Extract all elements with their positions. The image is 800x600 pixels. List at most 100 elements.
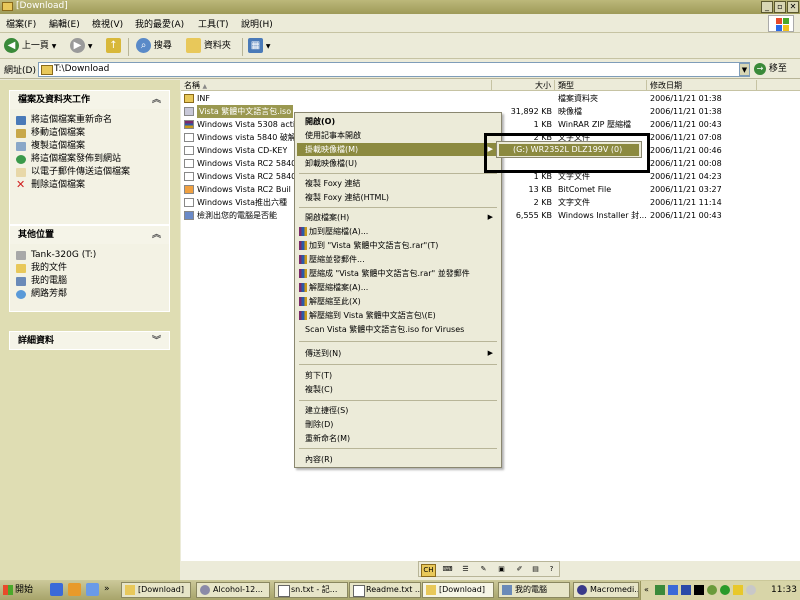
collapse-icon[interactable]: ︽: [152, 91, 161, 110]
menu-delete[interactable]: 刪除(D): [297, 418, 499, 431]
menu-tools[interactable]: 工具(T): [198, 17, 229, 30]
menu-properties[interactable]: 內容(R): [297, 453, 499, 466]
menu-help[interactable]: 說明(H): [241, 17, 273, 30]
pen-icon[interactable]: ✐: [513, 564, 526, 575]
tray-icon[interactable]: [707, 585, 717, 595]
task-copy[interactable]: 複製這個檔案: [10, 140, 169, 153]
media-icon[interactable]: [86, 583, 99, 596]
taskbar-button[interactable]: Alcohol-12...: [196, 582, 270, 598]
menu-cut[interactable]: 剪下(T): [297, 369, 499, 382]
taskbar-button[interactable]: Readme.txt ...: [349, 582, 421, 598]
taskbar-button[interactable]: [Download]: [121, 582, 191, 598]
forward-button[interactable]: ▶ ▼: [70, 38, 93, 55]
column-size[interactable]: 大小: [492, 80, 555, 91]
maximize-button[interactable]: ▫: [774, 1, 786, 13]
menu-rename[interactable]: 重新命名(M): [297, 432, 499, 445]
back-button[interactable]: ◀ 上一頁 ▼: [4, 38, 56, 55]
taskbar-button-active[interactable]: [Download]: [422, 582, 494, 598]
taskbar-button[interactable]: 我的電腦: [498, 582, 570, 598]
tray-icon[interactable]: [668, 585, 678, 595]
task-publish[interactable]: 將這個檔案發佈到網站: [10, 153, 169, 166]
address-dropdown-button[interactable]: ▼: [739, 63, 750, 76]
menu-icon[interactable]: ▤: [529, 564, 542, 575]
pad-icon[interactable]: ▣: [495, 564, 508, 575]
menu-copy-foxy-link[interactable]: 複製 Foxy 連結: [297, 177, 499, 190]
minimize-button[interactable]: _: [761, 1, 773, 13]
other-places-header[interactable]: 其他位置 ︽: [9, 225, 170, 244]
menu-extract-files[interactable]: 解壓縮檔案(A)...: [297, 281, 499, 294]
tray-icon[interactable]: [655, 585, 665, 595]
toolbar: ◀ 上一頁 ▼ ▶ ▼ ↑ ⌕ 搜尋 資料夾 ▦ ▼: [0, 34, 800, 59]
other-places-list: Tank-320G (T:) 我的文件 我的電腦 網路芳鄰: [9, 244, 170, 312]
column-name[interactable]: 名稱 ▲: [181, 80, 492, 91]
winrar-icon: [299, 269, 307, 278]
clock[interactable]: 11:33: [771, 585, 797, 595]
go-button[interactable]: → 移至: [754, 62, 800, 77]
expand-icon[interactable]: ︾: [152, 332, 161, 351]
menu-extract-here[interactable]: 解壓縮至此(X): [297, 295, 499, 308]
menu-send-to[interactable]: 傳送到(N) ▶: [297, 347, 499, 360]
menu-file[interactable]: 檔案(F): [6, 17, 36, 30]
views-button[interactable]: ▦ ▼: [248, 38, 271, 55]
folders-button[interactable]: 資料夾: [186, 38, 231, 55]
tray-icon[interactable]: [694, 585, 704, 595]
menu-add-to-rar[interactable]: 加到 "Vista 繁體中文語言包.rar"(T): [297, 239, 499, 252]
task-move[interactable]: 移動這個檔案: [10, 127, 169, 140]
up-folder-button[interactable]: ↑: [106, 38, 121, 55]
ie-icon[interactable]: [50, 583, 63, 596]
tray-icon[interactable]: [746, 585, 756, 595]
menu-favorites[interactable]: 我的最愛(A): [135, 17, 184, 30]
taskbar-button[interactable]: sn.txt - 記...: [274, 582, 348, 598]
menu-unmount-image[interactable]: 卸載映像檔(U): [297, 157, 499, 170]
place-my-computer[interactable]: 我的電腦: [10, 275, 169, 288]
file-row[interactable]: INF 檔案資料夾 2006/11/21 01:38: [181, 92, 800, 105]
menu-add-to-archive[interactable]: 加到壓縮檔(A)...: [297, 225, 499, 238]
chevron-right-icon[interactable]: »: [104, 583, 117, 596]
back-label: 上一頁: [21, 41, 49, 51]
search-button[interactable]: ⌕ 搜尋: [136, 38, 172, 55]
menu-create-shortcut[interactable]: 建立捷徑(S): [297, 404, 499, 417]
start-button[interactable]: 開始: [0, 580, 40, 600]
column-type[interactable]: 類型: [555, 80, 647, 91]
tray-icon[interactable]: [720, 585, 730, 595]
language-button[interactable]: CH: [421, 564, 436, 577]
menu-open-notepad[interactable]: 使用記事本開啟: [297, 129, 499, 142]
collapse-icon[interactable]: ︽: [152, 226, 161, 245]
menu-view[interactable]: 檢視(V): [92, 17, 123, 30]
taskbar-button[interactable]: Macromedi...: [573, 582, 639, 598]
task-email[interactable]: 以電子郵件傳送這個檔案: [10, 166, 169, 179]
tray-icon[interactable]: [733, 585, 743, 595]
menu-compress-email[interactable]: 壓縮並發郵件...: [297, 253, 499, 266]
help-icon[interactable]: ?: [545, 564, 558, 575]
task-rename[interactable]: 將這個檔案重新命名: [10, 114, 169, 127]
menu-mount-image[interactable]: 掛載映像檔(M) ▶: [297, 143, 499, 156]
windows-logo-icon: [3, 585, 13, 595]
title-bar[interactable]: [Download] _ ▫ ✕: [0, 0, 800, 14]
notepad-icon: [353, 585, 365, 597]
place-network[interactable]: 網路芳鄰: [10, 288, 169, 301]
options-icon[interactable]: ☰: [459, 564, 472, 575]
place-drive-t[interactable]: Tank-320G (T:): [10, 249, 169, 262]
system-tray: « 11:33: [640, 581, 800, 600]
menu-open-file[interactable]: 開啟檔案(H) ▶: [297, 211, 499, 224]
menu-open[interactable]: 開啟(O): [297, 115, 499, 128]
menu-copy[interactable]: 複製(C): [297, 383, 499, 396]
task-delete[interactable]: ✕ 刪除這個檔案: [10, 179, 169, 192]
menu-extract-to-folder[interactable]: 解壓縮到 Vista 繁體中文語言包\(E): [297, 309, 499, 322]
column-date[interactable]: 修改日期: [647, 80, 757, 91]
details-header[interactable]: 詳細資料 ︾: [9, 331, 170, 350]
menu-edit[interactable]: 編輯(E): [49, 17, 80, 30]
menu-compress-rar-email[interactable]: 壓縮成 "Vista 繁體中文語言包.rar" 並發郵件: [297, 267, 499, 280]
close-button[interactable]: ✕: [787, 1, 799, 13]
keyboard-icon[interactable]: ⌨: [441, 564, 454, 575]
quicklaunch-icon[interactable]: [68, 583, 81, 596]
menu-copy-foxy-link-html[interactable]: 複製 Foxy 連結(HTML): [297, 191, 499, 204]
tray-expand-icon[interactable]: «: [644, 585, 649, 594]
tray-icon[interactable]: [681, 585, 691, 595]
folder-icon: [426, 585, 436, 595]
file-tasks-header[interactable]: 檔案及資料夾工作 ︽: [9, 90, 170, 109]
menu-scan-viruses[interactable]: Scan Vista 繁體中文語言包.iso for Viruses: [297, 323, 499, 336]
place-my-documents[interactable]: 我的文件: [10, 262, 169, 275]
tools-icon[interactable]: ✎: [477, 564, 490, 575]
address-input[interactable]: T:\Download: [38, 62, 750, 77]
